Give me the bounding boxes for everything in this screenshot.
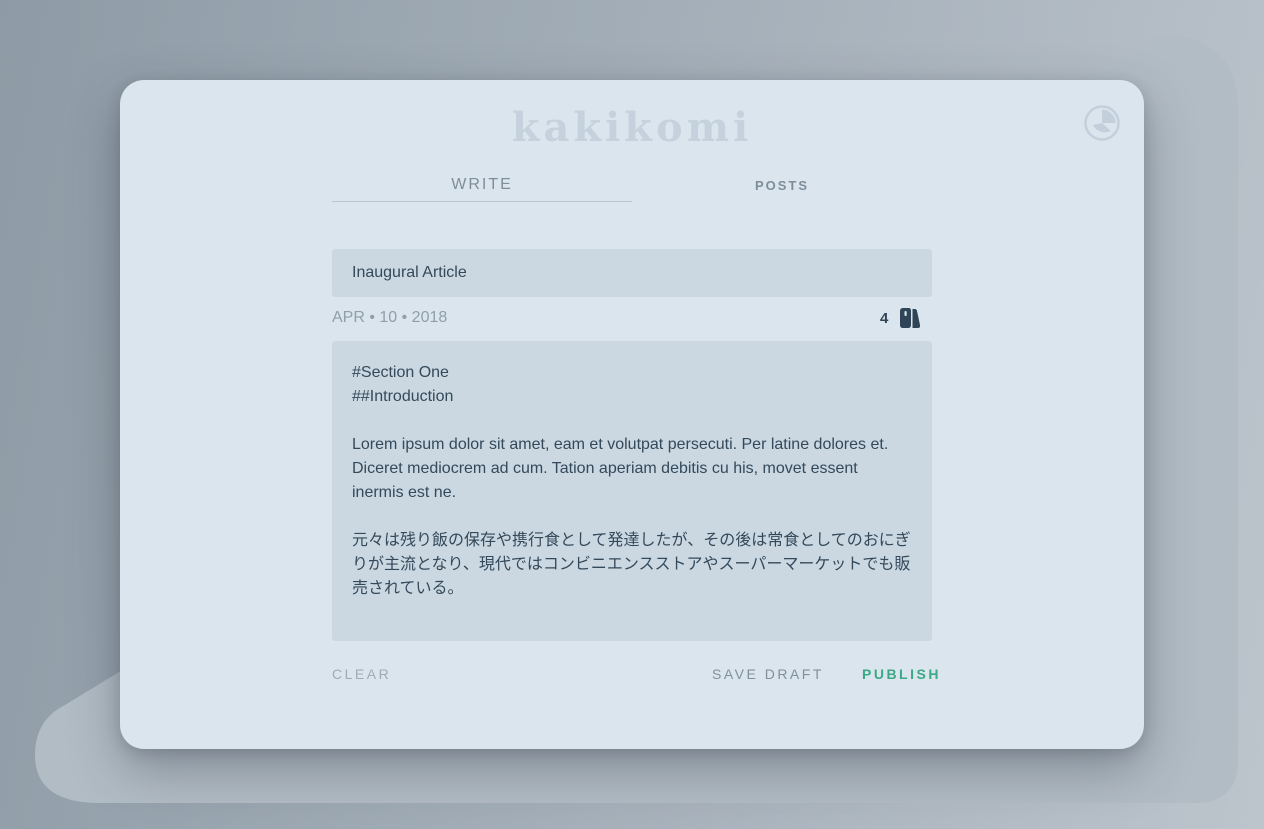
editor-card: kakikomi WRITE POSTS APR • 10 • 2018 4 #… (120, 80, 1144, 749)
tab-bar: WRITE POSTS (332, 172, 932, 202)
post-date: APR • 10 • 2018 (332, 309, 448, 326)
tab-write[interactable]: WRITE (332, 172, 632, 202)
sections-count-value: 4 (880, 310, 889, 327)
theme-toggle-icon[interactable] (1083, 104, 1121, 142)
sections-count-icon (900, 308, 921, 328)
app-logo: kakikomi (511, 104, 753, 151)
save-draft-button[interactable]: SAVE DRAFT (712, 664, 824, 684)
clear-button[interactable]: CLEAR (332, 664, 391, 684)
publish-button[interactable]: PUBLISH (862, 664, 941, 684)
sections-count: 4 (880, 307, 921, 329)
body-editor[interactable]: #Section One ##Introduction Lorem ipsum … (332, 341, 932, 641)
tab-posts[interactable]: POSTS (632, 172, 932, 202)
title-input[interactable] (332, 249, 932, 297)
